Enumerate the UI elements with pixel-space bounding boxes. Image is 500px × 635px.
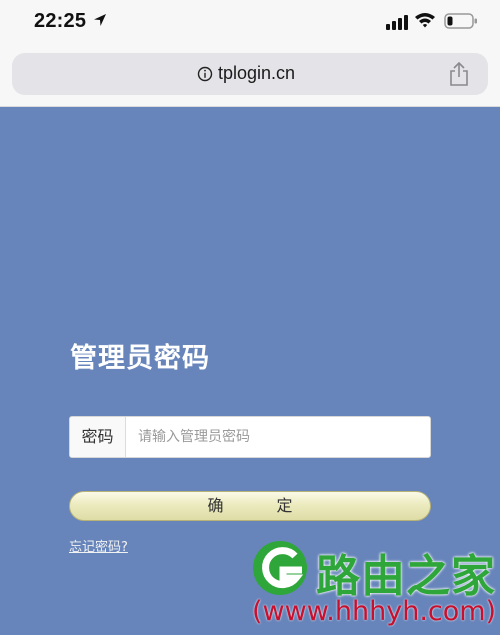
watermark-logo-icon bbox=[253, 541, 307, 595]
wifi-icon bbox=[415, 13, 435, 28]
page-title: 管理员密码 bbox=[70, 343, 210, 374]
browser-toolbar: tplogin.cn bbox=[0, 46, 500, 107]
info-icon[interactable] bbox=[197, 66, 213, 82]
password-field: 密码 bbox=[69, 416, 431, 458]
watermark-brand: 路由之家 bbox=[316, 551, 496, 602]
watermark: 路由之家 (www.hhhyh.com) bbox=[248, 536, 500, 635]
forgot-password-link[interactable]: 忘记密码? bbox=[69, 536, 128, 555]
address-bar[interactable]: tplogin.cn bbox=[12, 53, 488, 95]
status-time: 22:25 bbox=[34, 10, 87, 32]
location-arrow-icon bbox=[94, 14, 106, 26]
confirm-button[interactable]: 确 定 bbox=[69, 491, 431, 521]
password-label: 密码 bbox=[70, 417, 126, 457]
watermark-url: (www.hhhyh.com) bbox=[252, 596, 497, 627]
status-bar: 22:25 bbox=[0, 0, 500, 46]
password-input[interactable] bbox=[127, 417, 429, 457]
cellular-signal-icon bbox=[386, 15, 408, 30]
share-icon[interactable] bbox=[448, 61, 470, 87]
address-url[interactable]: tplogin.cn bbox=[218, 63, 295, 84]
battery-icon bbox=[444, 13, 477, 29]
